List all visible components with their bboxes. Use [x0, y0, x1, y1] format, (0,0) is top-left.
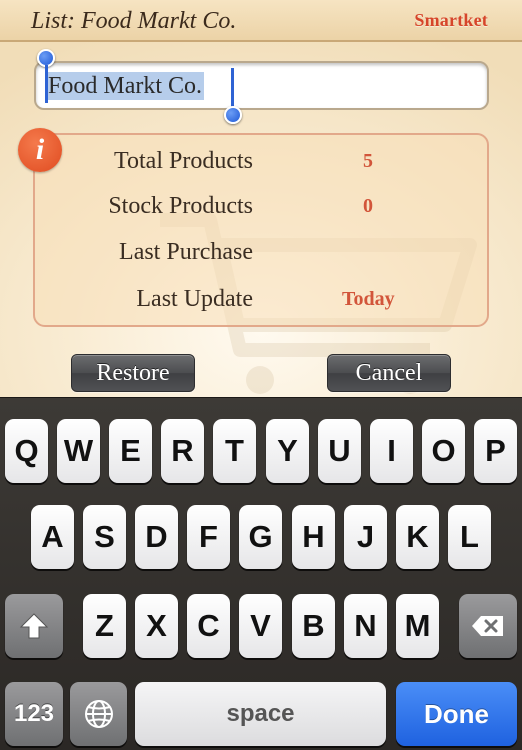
- key-m[interactable]: M: [396, 594, 439, 658]
- key-y[interactable]: Y: [266, 419, 309, 483]
- key-g[interactable]: G: [239, 505, 282, 569]
- key-q[interactable]: Q: [5, 419, 48, 483]
- cancel-button[interactable]: Cancel: [327, 354, 451, 392]
- key-a[interactable]: A: [31, 505, 74, 569]
- key-p[interactable]: P: [474, 419, 517, 483]
- info-row-last-purchase: Last Purchase: [35, 239, 491, 269]
- key-s[interactable]: S: [83, 505, 126, 569]
- key-l[interactable]: L: [448, 505, 491, 569]
- list-info-panel: Total Products 5 Stock Products 0 Last P…: [33, 133, 489, 327]
- shift-key[interactable]: [5, 594, 63, 658]
- shift-icon: [19, 613, 49, 639]
- list-name-value[interactable]: Food Markt Co.: [46, 72, 205, 100]
- info-row-total-products: Total Products 5: [35, 148, 491, 178]
- key-u[interactable]: U: [318, 419, 361, 483]
- info-value: 5: [363, 150, 373, 172]
- key-k[interactable]: K: [396, 505, 439, 569]
- key-o[interactable]: O: [422, 419, 465, 483]
- info-value: 0: [363, 195, 373, 217]
- key-c[interactable]: C: [187, 594, 230, 658]
- info-icon: i: [18, 128, 62, 172]
- title-bar: List: Food Markt Co. Smartket: [0, 0, 522, 42]
- numbers-key[interactable]: 123: [5, 682, 63, 746]
- space-key[interactable]: space: [135, 682, 386, 746]
- info-row-stock-products: Stock Products 0: [35, 193, 491, 223]
- keyboard: Q W E R T Y U I O P A S D F G H J K L Z …: [0, 397, 522, 750]
- key-b[interactable]: B: [292, 594, 335, 658]
- selection-end-bar: [231, 68, 234, 108]
- globe-icon: [84, 700, 113, 728]
- globe-key[interactable]: [70, 682, 127, 746]
- list-name-input[interactable]: Food Markt Co.: [34, 61, 489, 110]
- delete-icon: [472, 616, 503, 636]
- key-h[interactable]: H: [292, 505, 335, 569]
- done-key[interactable]: Done: [396, 682, 517, 746]
- selection-start-bar: [45, 65, 48, 103]
- key-e[interactable]: E: [109, 419, 152, 483]
- info-label: Last Purchase: [119, 239, 253, 265]
- key-r[interactable]: R: [161, 419, 204, 483]
- key-v[interactable]: V: [239, 594, 282, 658]
- key-t[interactable]: T: [213, 419, 256, 483]
- key-w[interactable]: W: [57, 419, 100, 483]
- key-i[interactable]: I: [370, 419, 413, 483]
- page-title: List: Food Markt Co.: [31, 8, 237, 34]
- selection-end-handle[interactable]: [224, 106, 242, 124]
- key-j[interactable]: J: [344, 505, 387, 569]
- info-label: Stock Products: [108, 193, 253, 219]
- app-screen: List: Food Markt Co. Smartket Food Markt…: [0, 0, 522, 397]
- restore-button[interactable]: Restore: [71, 354, 195, 392]
- key-z[interactable]: Z: [83, 594, 126, 658]
- delete-key[interactable]: [459, 594, 517, 658]
- info-label: Total Products: [114, 148, 253, 174]
- info-value: Today: [342, 288, 395, 310]
- info-label: Last Update: [136, 286, 253, 312]
- app-logo: Smartket: [414, 10, 488, 30]
- info-row-last-update: Last Update Today: [35, 286, 491, 316]
- key-n[interactable]: N: [344, 594, 387, 658]
- key-f[interactable]: F: [187, 505, 230, 569]
- key-x[interactable]: X: [135, 594, 178, 658]
- key-d[interactable]: D: [135, 505, 178, 569]
